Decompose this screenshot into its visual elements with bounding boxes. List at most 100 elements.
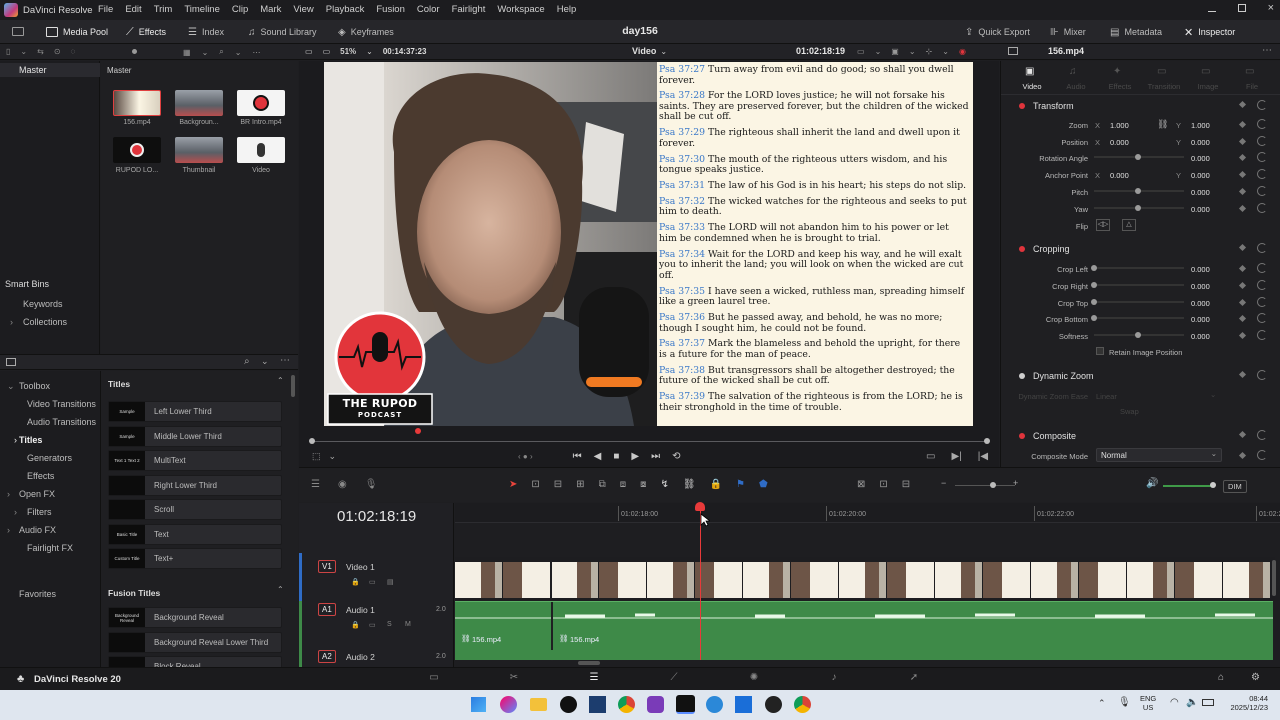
param-value[interactable]: 0.000: [1191, 282, 1210, 291]
dynamic-trim-icon[interactable]: ⊟: [554, 479, 562, 490]
chevron-right-icon[interactable]: ›: [14, 507, 17, 517]
close-icon[interactable]: ×: [1268, 3, 1274, 14]
search-icon[interactable]: ⌕: [219, 47, 223, 57]
keyframe-diamond-icon[interactable]: [1238, 243, 1247, 252]
overwrite-clip-icon[interactable]: ⧈: [620, 479, 626, 490]
enable-toggle[interactable]: [1019, 103, 1025, 109]
inspector-tab-audio[interactable]: Audio: [1057, 82, 1095, 91]
more-options-icon[interactable]: ⋯: [280, 355, 290, 366]
param-value[interactable]: 0.000: [1191, 154, 1210, 163]
microphone-icon[interactable]: 🎙: [365, 479, 378, 490]
go-to-end-icon[interactable]: ⏭: [651, 451, 660, 462]
more-options-icon[interactable]: ⋯: [252, 48, 260, 57]
match-frame-icon[interactable]: ▭: [926, 451, 935, 462]
clip-thumbnail-video[interactable]: [237, 137, 285, 163]
search-icon[interactable]: ⌕: [244, 356, 250, 367]
keyframe-diamond-icon[interactable]: [1238, 187, 1247, 196]
size-slider-knob[interactable]: [132, 49, 137, 54]
viewer-mode-select[interactable]: Video ⌄: [632, 46, 667, 56]
crop-overlay-icon[interactable]: ⬚: [312, 451, 321, 462]
metadata-button[interactable]: ▤ Metadata: [1110, 20, 1162, 44]
title-item[interactable]: Scroll: [108, 499, 282, 520]
keyframe-diamond-icon[interactable]: [1238, 314, 1247, 323]
fusion-title-item[interactable]: Background Reveal Background Reveal: [108, 607, 282, 628]
replace-clip-icon[interactable]: ⧇: [640, 479, 646, 490]
flag-icon[interactable]: ⚑: [736, 479, 745, 490]
keyframe-diamond-icon[interactable]: [1238, 281, 1247, 290]
position-lock-icon[interactable]: 🔒: [710, 479, 722, 490]
video-clip-frame[interactable]: [1079, 562, 1126, 598]
reset-icon[interactable]: [1257, 203, 1267, 213]
title-item[interactable]: Sample Middle Lower Third: [108, 426, 282, 447]
effects-tree-item[interactable]: Generators: [27, 453, 72, 463]
video-clip-frame[interactable]: [1031, 562, 1078, 598]
chevron-down-icon[interactable]: ⌄: [366, 47, 373, 56]
snapping-icon[interactable]: ↯: [660, 479, 668, 490]
chevron-down-icon[interactable]: ⌄: [909, 47, 916, 56]
param-slider[interactable]: [1094, 205, 1184, 211]
reset-icon[interactable]: [1257, 330, 1267, 340]
keyframe-diamond-icon[interactable]: [1238, 298, 1247, 307]
metadata-view-icon[interactable]: ⊙: [54, 47, 61, 56]
param-value[interactable]: 0.000: [1191, 205, 1210, 214]
param-value[interactable]: 0.000: [1191, 332, 1210, 341]
speaker-icon[interactable]: 🔊: [1146, 478, 1158, 489]
menu-edit[interactable]: Edit: [119, 0, 147, 20]
keyframe-diamond-icon[interactable]: [1238, 370, 1247, 379]
chevron-right-icon[interactable]: ›: [14, 435, 17, 445]
effects-tree-item[interactable]: Audio FX: [19, 525, 56, 535]
video-clip-frame[interactable]: [791, 562, 838, 598]
param-slider[interactable]: [1094, 332, 1184, 338]
transform-icon[interactable]: ⊹: [926, 47, 933, 56]
more-options-icon[interactable]: ⋯: [1262, 45, 1272, 56]
copilot-icon[interactable]: [500, 696, 517, 713]
slider-knob[interactable]: [1135, 332, 1141, 338]
slider-knob[interactable]: [1091, 315, 1097, 321]
title-item[interactable]: Right Lower Third: [108, 475, 282, 496]
playhead-handle[interactable]: [695, 502, 705, 511]
settings-gear-icon[interactable]: ⚙: [1251, 672, 1260, 683]
timeline-ruler[interactable]: [455, 503, 1280, 523]
menu-fairlight[interactable]: Fairlight: [446, 0, 492, 20]
menu-view[interactable]: View: [287, 0, 319, 20]
cut-page-icon[interactable]: ✂: [474, 672, 554, 683]
audio-mixer-icon[interactable]: ◉: [338, 479, 347, 490]
video-clip-frame[interactable]: [551, 562, 598, 598]
chevron-right-icon[interactable]: ›: [7, 489, 10, 499]
composite-section[interactable]: Composite: [1000, 425, 1280, 447]
reset-icon[interactable]: [1257, 280, 1267, 290]
viewer-split-icon[interactable]: ▭: [323, 47, 331, 56]
collections-bin[interactable]: Collections: [23, 317, 67, 327]
chevron-right-icon[interactable]: ›: [10, 317, 13, 327]
chevron-down-icon[interactable]: ⌄: [875, 47, 882, 56]
go-to-start-icon[interactable]: ⏮: [573, 451, 582, 462]
menu-mark[interactable]: Mark: [254, 0, 287, 20]
keyframe-diamond-icon[interactable]: [1238, 264, 1247, 273]
jog-left-icon[interactable]: ‹ ● ›: [518, 452, 533, 461]
panel-toggle-icon[interactable]: ▯: [6, 47, 10, 56]
inspector-panel-icon[interactable]: [1008, 47, 1018, 55]
keyframe-diamond-icon[interactable]: [1238, 170, 1247, 179]
loop-icon[interactable]: ⟲: [672, 451, 680, 462]
dynamic-zoom-section[interactable]: Dynamic Zoom: [1000, 365, 1280, 387]
collapse-icon[interactable]: ⌃: [277, 585, 284, 594]
video-clip-frame[interactable]: [1223, 562, 1270, 598]
inspector-tab-icon[interactable]: ▭: [1245, 66, 1254, 77]
viewer-options-icon[interactable]: ▭: [857, 47, 865, 56]
volume-knob[interactable]: [1210, 482, 1216, 488]
chevron-down-icon[interactable]: ⌄: [7, 381, 15, 392]
title-item[interactable]: Custom Title Text+: [108, 548, 282, 569]
display-icon[interactable]: ▣: [891, 47, 899, 56]
collapse-icon[interactable]: ⌃: [277, 376, 284, 385]
chevron-down-icon[interactable]: ⌄: [942, 47, 949, 56]
language-indicator[interactable]: ENG US: [1140, 694, 1156, 712]
inspector-tab-file[interactable]: File: [1233, 82, 1271, 91]
effects-tree-item[interactable]: Filters: [27, 507, 52, 517]
windows-start-icon[interactable]: [471, 697, 486, 712]
quick-export-button[interactable]: ⇪ Quick Export: [965, 20, 1030, 44]
capcut-icon[interactable]: [560, 696, 577, 713]
slider-knob[interactable]: [1091, 282, 1097, 288]
zoom-detail-icon[interactable]: ⊡: [879, 479, 887, 490]
viewer-layout-icon[interactable]: ▭: [305, 47, 313, 56]
menu-help[interactable]: Help: [551, 0, 583, 20]
